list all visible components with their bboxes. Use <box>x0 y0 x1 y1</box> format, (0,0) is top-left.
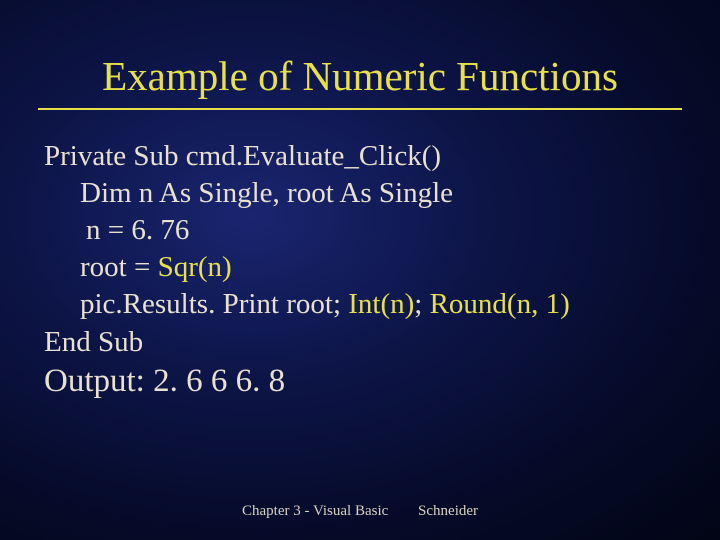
output-line: Output: 2. 6 6 6. 8 <box>44 363 676 400</box>
code-line-2: Dim n As Single, root As Single <box>44 175 676 212</box>
code-highlight-sqr: Sqr(n) <box>158 251 232 283</box>
code-line-3: n = 6. 76 <box>44 212 676 249</box>
code-line-6: End Sub <box>44 324 676 361</box>
footer-chapter: Chapter 3 - Visual Basic <box>242 503 388 519</box>
footer-author: Schneider <box>418 503 478 519</box>
code-line-5: pic.Results. Print root; Int(n); Round(n… <box>44 286 676 323</box>
slide-content: Private Sub cmd.Evaluate_Click() Dim n A… <box>0 138 720 400</box>
output-values: 2. 6 6 6. 8 <box>153 363 285 399</box>
code-highlight-round: Round(n, 1) <box>430 288 570 320</box>
code-line-4: root = Sqr(n) <box>44 249 676 286</box>
slide-title: Example of Numeric Functions <box>0 0 720 108</box>
code-highlight-int: Int(n) <box>348 288 414 320</box>
code-text: root = <box>80 251 158 283</box>
output-label: Output: <box>44 363 145 399</box>
title-underline <box>38 108 682 110</box>
code-line-1: Private Sub cmd.Evaluate_Click() <box>44 138 676 175</box>
slide-footer: Chapter 3 - Visual Basic Schneider <box>0 503 720 520</box>
code-text: pic.Results. Print root; <box>80 288 348 320</box>
code-text: ; <box>414 288 429 320</box>
